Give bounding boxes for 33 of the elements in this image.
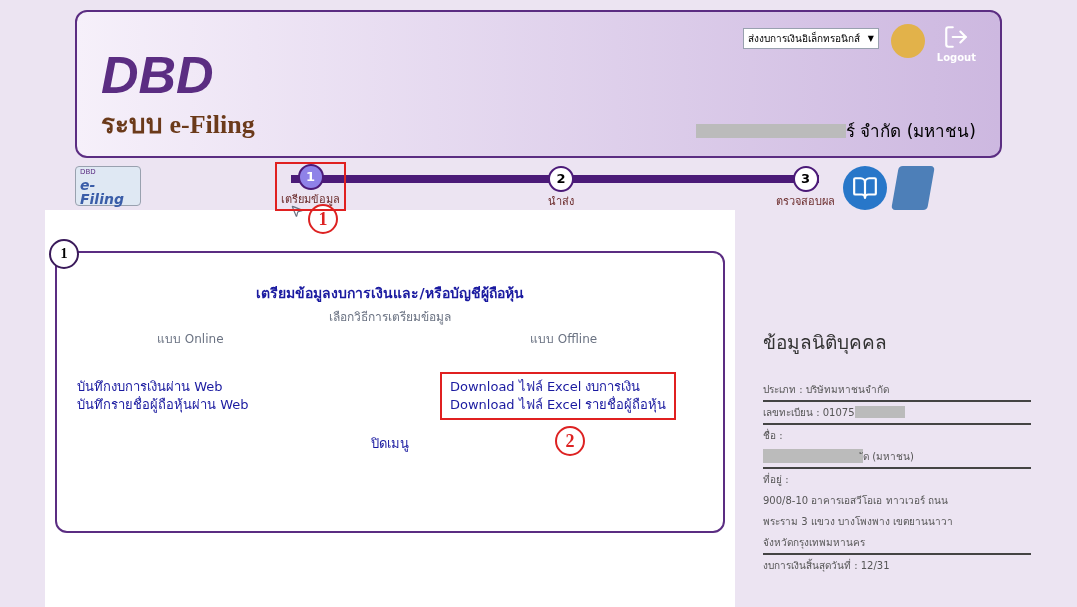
annotation-number: 2 <box>555 426 585 456</box>
step-label: นำส่ง <box>548 194 574 210</box>
column-heading: แบบ Offline <box>530 331 598 348</box>
step-marker[interactable]: 3 <box>792 166 819 192</box>
info-text: งบการเงินสิ้นสุดวันที่ : 12/31 <box>763 557 890 573</box>
menu-dropdown[interactable]: ส่งงบการเงินอิเล็กทรอนิกส์ ▼ <box>742 28 879 49</box>
download-link[interactable]: Download ไฟล์ Excel งบการเงิน <box>450 378 667 396</box>
close-menu-link[interactable]: ปิดเมนู <box>371 434 409 454</box>
download-link[interactable]: บันทึกรายชื่อผู้ถือหุ้นผ่าน Web <box>77 396 249 414</box>
info-text: พระราม 3 แขวง บางโพงพาง เขตยานนาวา <box>763 514 954 529</box>
card-subtitle: เลือกวิธีการเตรียมข้อมูล <box>329 309 451 326</box>
system-title: ระบบ e-Filing <box>101 109 255 141</box>
column-heading: แบบ Online <box>157 331 224 348</box>
company-name: ร์ จำกัด (มหาชน) <box>845 119 976 143</box>
info-text: จังหวัดกรุงเทพมหานคร <box>763 535 865 550</box>
info-text: เลขทะเบียน : 01075 <box>763 405 855 420</box>
section-number: 1 <box>49 239 79 269</box>
caret-icon: ▼ <box>867 32 874 45</box>
step-label: ตรวจสอบผล <box>776 194 835 210</box>
step-marker[interactable]: 2 <box>548 166 574 192</box>
card-title: เตรียมข้อมูลงบการเงินและ/หรือบัญชีผู้ถือหุ้น <box>256 284 524 304</box>
logout-icon <box>943 24 970 50</box>
download-link[interactable]: บันทึกงบการเงินผ่าน Web <box>77 378 249 396</box>
redacted-block <box>854 406 905 418</box>
info-text: ชื่อ : <box>763 427 783 443</box>
dbd-logo: DBD <box>101 49 215 101</box>
download-link[interactable]: Download ไฟล์ Excel รายชื่อผู้ถือหุ้น <box>450 396 667 414</box>
info-text: ที่อยู่ : <box>763 471 789 487</box>
cursor-icon <box>290 204 304 218</box>
info-text: 900/8-10 อาคารเอสวีโอเอ ทาวเวอร์ ถนน <box>763 493 948 508</box>
info-text: ประเภท : บริษัทมหาชนจำกัด <box>763 382 889 397</box>
book-icon[interactable] <box>843 166 887 210</box>
sidebar-title: ข้อมูลนิติบุคคล <box>763 330 888 356</box>
